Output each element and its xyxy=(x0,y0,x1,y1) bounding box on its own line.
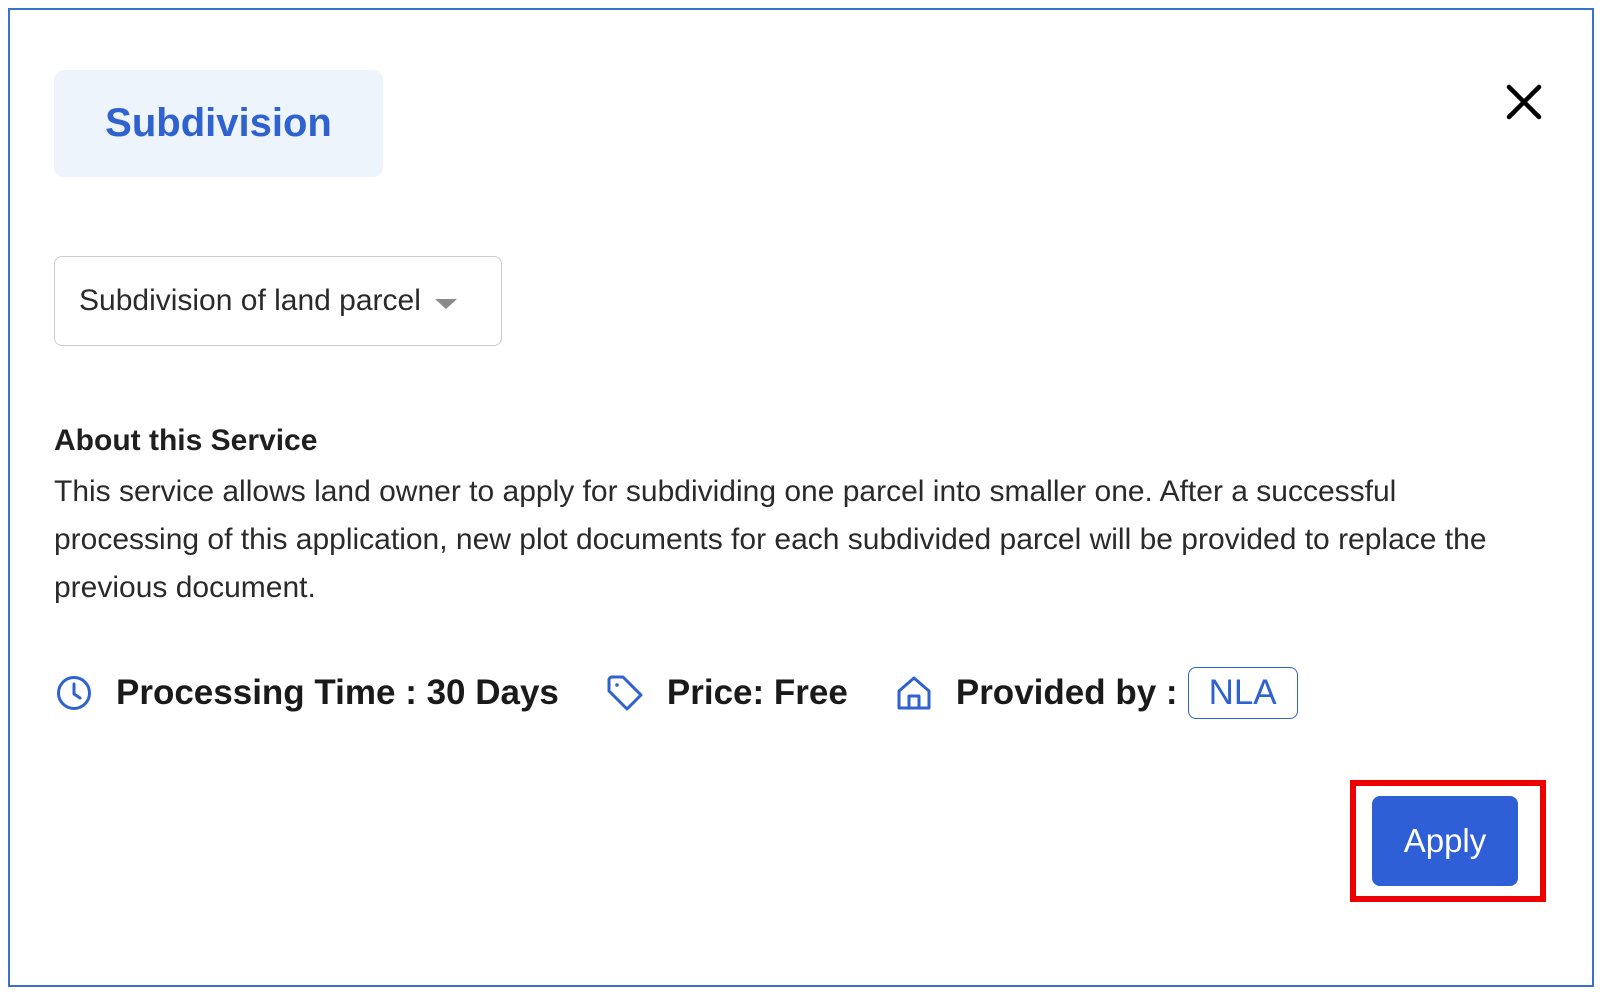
provider-badge: NLA xyxy=(1187,667,1298,719)
provided-by-label: Provided by : xyxy=(955,673,1178,712)
processing-time-label: Processing Time : 30 Days xyxy=(116,673,559,712)
service-category-label: Subdivision xyxy=(105,101,332,145)
provider-name: NLA xyxy=(1208,673,1277,712)
close-button[interactable] xyxy=(1500,78,1548,126)
clock-icon xyxy=(54,673,94,713)
tag-icon xyxy=(605,673,645,713)
about-heading: About this Service xyxy=(54,424,318,457)
dropdown-selected-value: Subdivision of land parcel xyxy=(79,284,421,317)
apply-button[interactable]: Apply xyxy=(1372,796,1518,886)
service-dialog: Subdivision Subdivision of land parcel A… xyxy=(8,8,1594,987)
close-icon xyxy=(1506,84,1542,120)
home-icon xyxy=(894,673,934,713)
about-description: This service allows land owner to apply … xyxy=(54,475,1487,604)
chevron-down-icon xyxy=(434,299,457,309)
service-type-dropdown[interactable]: Subdivision of land parcel xyxy=(54,256,502,346)
service-meta-row: Processing Time : 30 Days Price: Free Pr… xyxy=(54,664,1298,722)
price-label: Price: Free xyxy=(666,673,848,712)
service-category-chip: Subdivision xyxy=(54,70,383,177)
